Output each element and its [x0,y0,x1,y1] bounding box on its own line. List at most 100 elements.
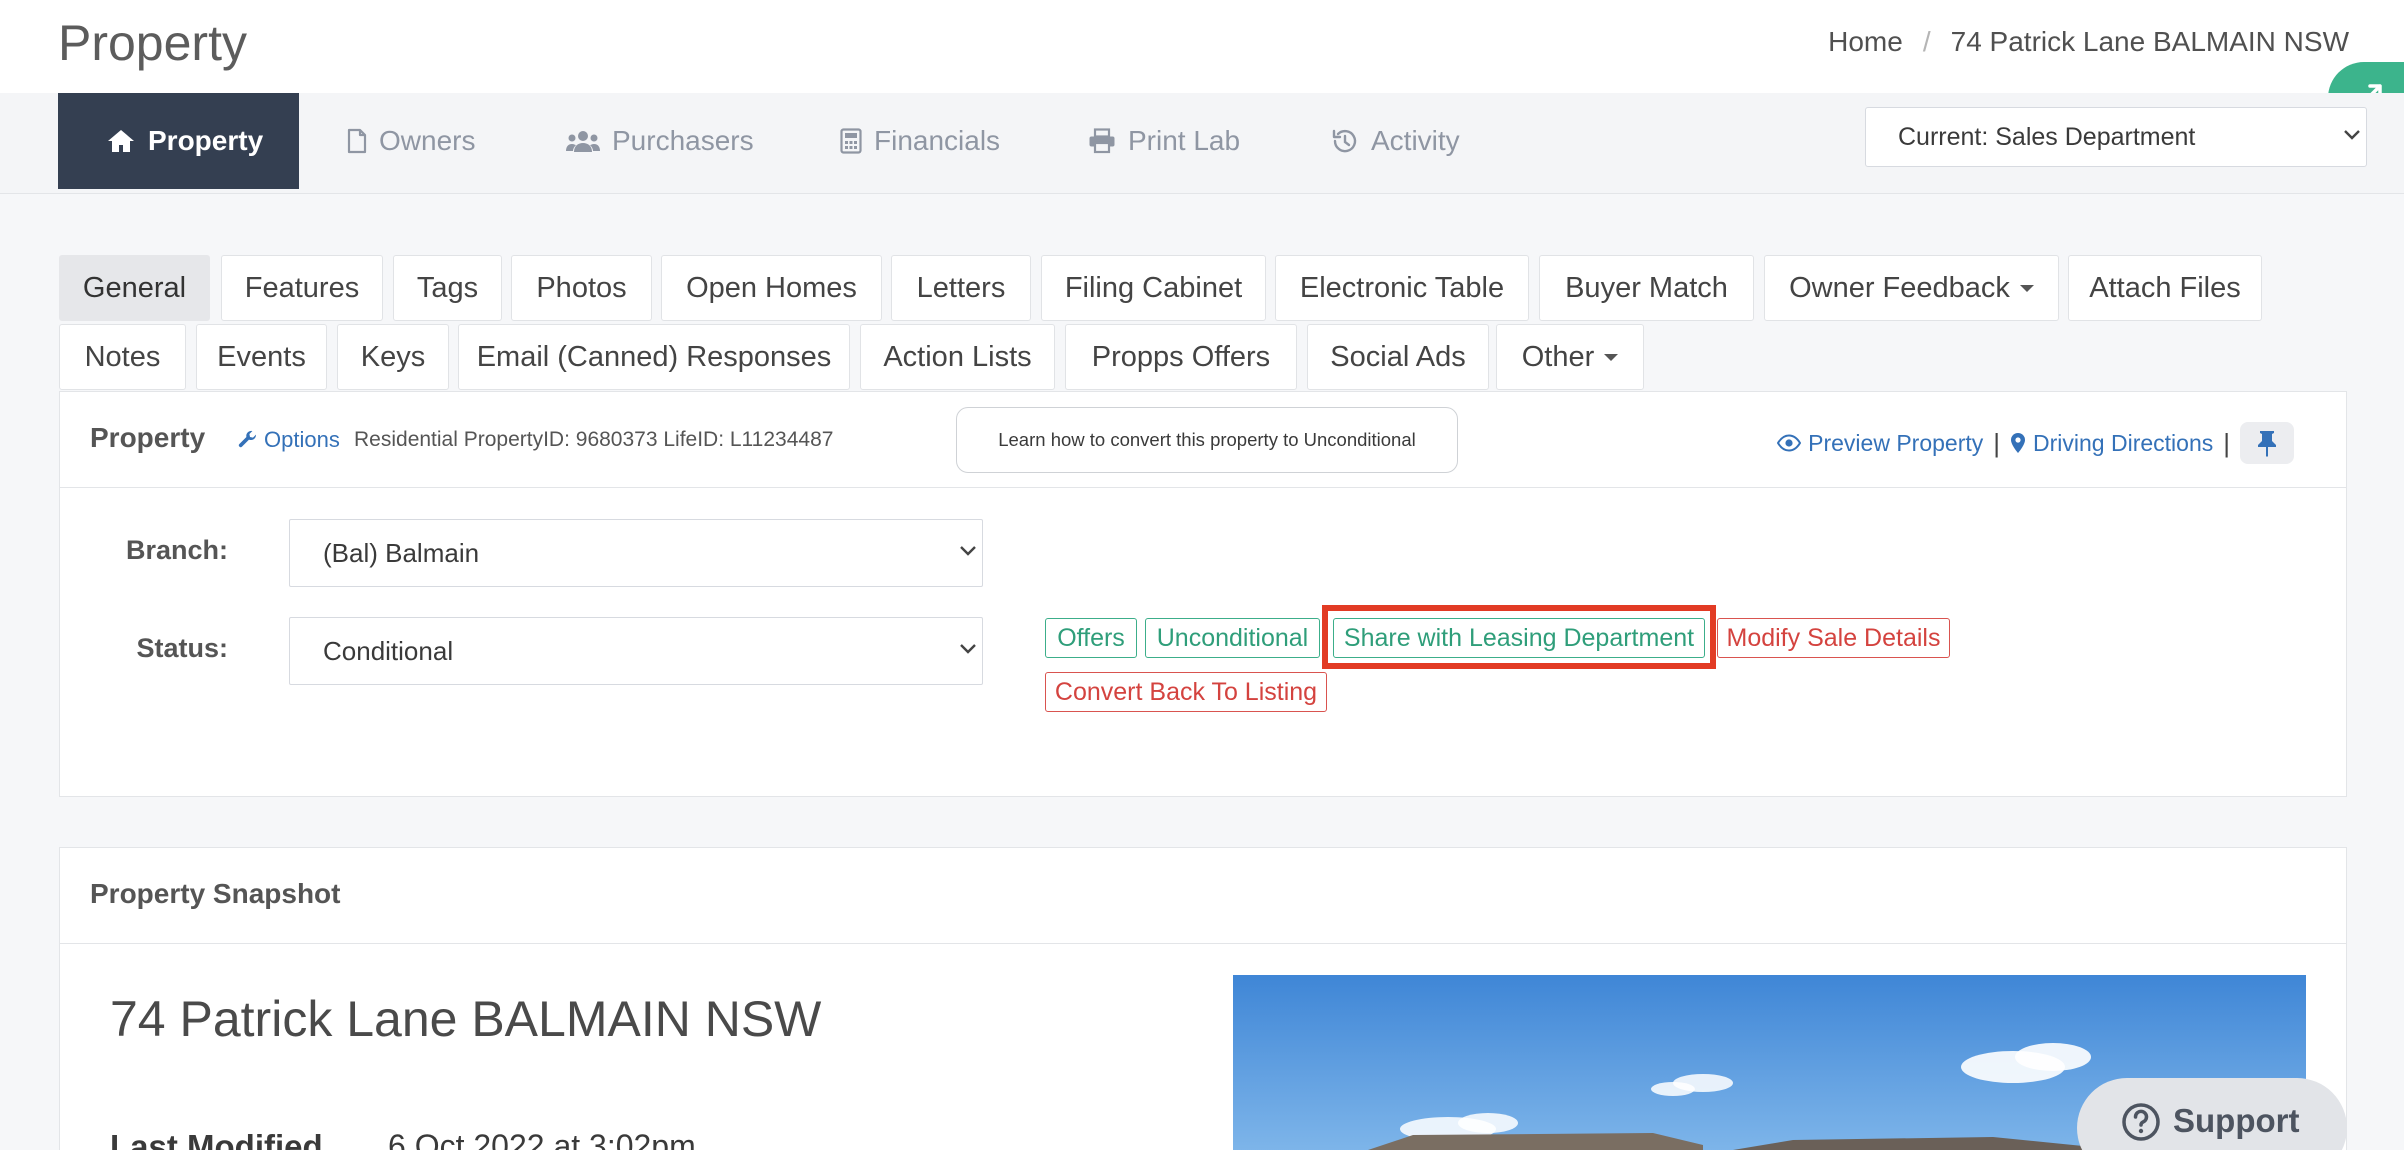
property-panel-header: Property Options Residential PropertyID:… [60,392,2346,488]
tab-electronic-table[interactable]: Electronic Table [1275,255,1529,321]
tab-label: Letters [916,271,1006,304]
chevron-down-icon [958,544,978,558]
nav-tab-purchasers[interactable]: Purchasers [518,93,802,189]
wrench-icon [238,430,258,450]
main-nav: Property Owners Purchasers Financials Pr… [0,93,2404,194]
options-label: Options [264,427,340,452]
nav-tab-activity[interactable]: Activity [1283,93,1508,189]
tab-label: Propps Offers [1091,340,1271,373]
home-icon [106,128,136,154]
tab-label: Filing Cabinet [1064,271,1243,304]
printer-icon [1088,128,1116,154]
pin-button[interactable] [2240,422,2294,464]
users-icon [566,129,600,153]
tab-label: Keys [360,340,426,373]
property-meta: Residential PropertyID: 9680373 LifeID: … [354,428,834,451]
driving-directions-link[interactable]: Driving Directions [2010,430,2213,457]
nav-tab-label: Purchasers [612,125,754,156]
status-select-value: Conditional [323,635,454,666]
tab-events[interactable]: Events [196,324,327,390]
chevron-down-icon [2342,128,2362,142]
driving-directions-label: Driving Directions [2033,429,2214,456]
last-modified-label: Last Modified [110,1128,323,1150]
department-select[interactable]: Current: Sales Department [1865,107,2367,167]
last-modified-value: 6 Oct 2022 at 3:02pm [388,1128,696,1150]
modify-sale-details-button[interactable]: Modify Sale Details [1717,618,1950,658]
tab-tags[interactable]: Tags [393,255,502,321]
share-with-leasing-button[interactable]: Share with Leasing Department [1333,618,1705,658]
nav-tab-label: Print Lab [1128,125,1241,156]
tab-label: Features [244,271,360,304]
tab-action-lists[interactable]: Action Lists [860,324,1055,390]
preview-property-label: Preview Property [1808,429,1984,456]
tab-propps-offers[interactable]: Propps Offers [1065,324,1297,390]
options-link[interactable]: Options [238,427,340,453]
tab-label: General [82,271,187,304]
tab-general[interactable]: General [59,255,210,321]
snapshot-address: 74 Patrick Lane BALMAIN NSW [110,991,822,1047]
breadcrumb-home[interactable]: Home [1828,26,1903,58]
tab-label: Electronic Table [1299,271,1505,304]
tab-filing-cabinet[interactable]: Filing Cabinet [1041,255,1266,321]
branch-select[interactable]: (Bal) Balmain [289,519,983,587]
tab-keys[interactable]: Keys [337,324,449,390]
pin-icon [2256,429,2278,457]
tab-label: Action Lists [883,340,1032,373]
calculator-icon [840,128,862,154]
page-header: Property Home / 74 Patrick Lane BALMAIN … [0,0,2404,93]
page-title: Property [58,15,247,71]
tab-other[interactable]: Other [1496,324,1644,390]
tab-label: Email (Canned) Responses [476,340,832,373]
eye-icon [1777,434,1802,452]
support-button[interactable]: Support [2077,1078,2347,1150]
tab-features[interactable]: Features [221,255,383,321]
unconditional-button[interactable]: Unconditional [1145,618,1320,658]
tab-label: Photos [536,271,627,304]
status-label: Status: [136,633,228,663]
nav-tab-owners[interactable]: Owners [299,93,523,189]
breadcrumb: Home / 74 Patrick Lane BALMAIN NSW [1828,26,2349,58]
status-select[interactable]: Conditional [289,617,983,685]
tab-photos[interactable]: Photos [511,255,652,321]
caret-down-icon [2019,284,2034,292]
convert-back-to-listing-button[interactable]: Convert Back To Listing [1045,672,1327,712]
snapshot-title: Property Snapshot [90,878,341,909]
tab-label: Events [217,340,306,373]
nav-tab-financials[interactable]: Financials [792,93,1048,189]
tab-label: Other [1521,340,1595,373]
tab-label: Tags [416,271,479,304]
tab-label: Attach Files [2089,271,2241,304]
help-circle-icon [2121,1102,2161,1142]
nav-tab-property[interactable]: Property [58,93,299,189]
property-panel: Property Options Residential PropertyID:… [59,391,2347,797]
tab-email-responses[interactable]: Email (Canned) Responses [458,324,850,390]
header-links: Preview Property | Driving Directions | [1777,422,2294,464]
unconditional-help-link[interactable]: Learn how to convert this property to Un… [956,407,1458,473]
tab-label: Notes [84,340,161,373]
offers-button[interactable]: Offers [1045,618,1137,658]
branch-label: Branch: [125,535,228,565]
nav-tab-label: Property [148,125,264,156]
history-icon [1331,128,1359,154]
tab-letters[interactable]: Letters [891,255,1031,321]
tab-owner-feedback[interactable]: Owner Feedback [1764,255,2059,321]
preview-property-link[interactable]: Preview Property [1777,430,1983,457]
tab-open-homes[interactable]: Open Homes [661,255,882,321]
nav-tab-label: Owners [379,125,476,156]
nav-tab-label: Activity [1371,125,1460,156]
nav-tab-label: Financials [874,125,1001,156]
link-divider: | [1993,427,2001,458]
map-marker-icon [2010,432,2026,454]
tab-label: Owner Feedback [1789,271,2010,304]
tab-label: Social Ads [1330,340,1466,373]
tab-social-ads[interactable]: Social Ads [1307,324,1489,390]
tab-attach-files[interactable]: Attach Files [2068,255,2262,321]
nav-tab-print-lab[interactable]: Print Lab [1040,93,1288,189]
support-label: Support [2173,1102,2300,1139]
tab-notes[interactable]: Notes [59,324,186,390]
tab-buyer-match[interactable]: Buyer Match [1539,255,1754,321]
branch-select-value: (Bal) Balmain [323,537,480,568]
department-select-value: Current: Sales Department [1898,122,2196,151]
tab-label: Buyer Match [1565,271,1728,304]
panel-title: Property [90,422,206,453]
